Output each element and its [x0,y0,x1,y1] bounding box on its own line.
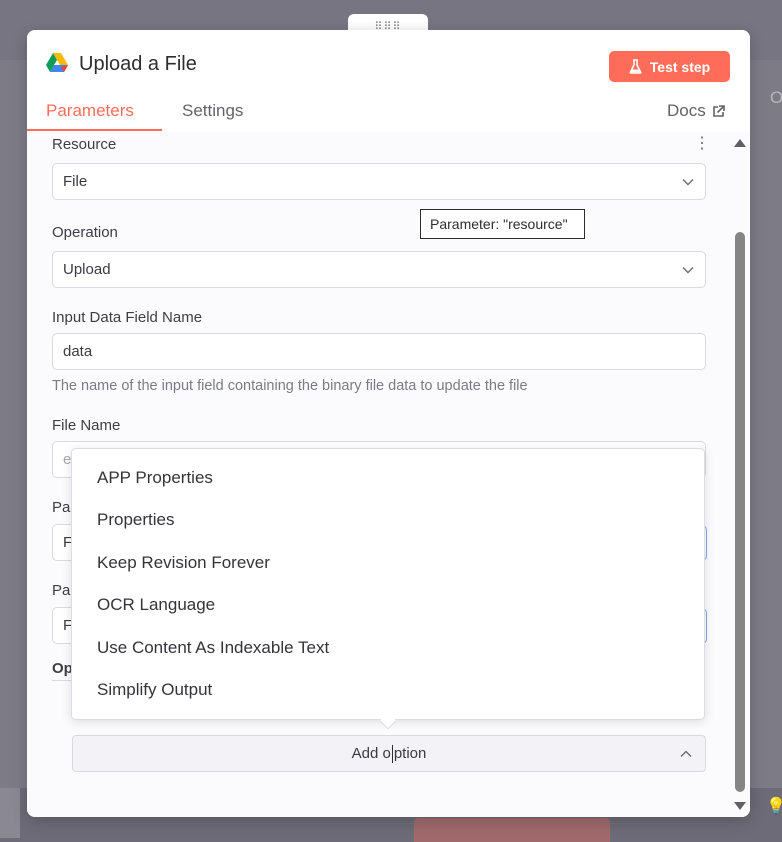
background-bottom-button [414,818,610,842]
input-data-field-label: Input Data Field Name [52,309,203,326]
active-tab-indicator [27,129,162,131]
chevron-down-icon [682,178,694,185]
option-app-properties[interactable]: APP Properties [97,468,213,488]
parent-field-2-label: Pa [52,582,71,599]
test-step-button[interactable]: Test step [609,51,730,82]
input-data-field-input[interactable]: data [52,333,706,370]
docs-link[interactable]: Docs [667,101,725,121]
option-ocr-language[interactable]: OCR Language [97,595,215,615]
resource-select[interactable]: File [52,163,706,200]
parameter-tooltip: Parameter: "resource" [420,209,585,239]
scroll-up-arrow-icon[interactable] [734,139,746,147]
operation-select[interactable]: Upload [52,251,706,288]
background-left-tab [0,788,20,838]
add-option-label-mid: o [382,745,391,762]
test-step-label: Test step [649,58,711,75]
text-cursor [391,744,393,763]
tab-settings[interactable]: Settings [182,101,243,121]
option-keep-revision-forever[interactable]: Keep Revision Forever [97,553,270,573]
parameters-panel: Resource ⋮ File Operation Upload Input D… [27,132,750,817]
node-settings-modal: Upload a File Test step Parameters Setti… [27,30,750,817]
option-properties[interactable]: Properties [97,510,174,530]
modal-header: Upload a File Test step Parameters Setti… [27,30,750,132]
node-title[interactable]: Upload a File [79,53,197,76]
parent-field-label: Pa [52,499,71,516]
option-simplify-output[interactable]: Simplify Output [97,680,212,700]
tab-parameters[interactable]: Parameters [46,101,134,121]
option-use-content-as-indexable-text[interactable]: Use Content As Indexable Text [97,638,329,658]
scroll-down-arrow-icon[interactable] [734,802,746,810]
chevron-down-icon [682,266,694,273]
resource-label: Resource [52,136,117,153]
options-label: Op [52,660,73,677]
operation-value: Upload [63,261,111,278]
add-option-button[interactable]: Add o ption [72,735,706,772]
flask-icon [629,59,642,74]
scrollbar-thumb[interactable] [735,232,745,792]
dropdown-pointer [379,712,397,730]
input-data-field-value: data [63,343,93,360]
operation-label: Operation [52,224,118,241]
external-link-icon [712,104,725,117]
more-options-icon[interactable]: ⋮ [694,136,710,152]
file-name-label: File Name [52,417,121,434]
google-drive-icon [46,53,68,72]
add-option-dropdown: APP Properties Properties Keep Revision … [71,448,705,730]
add-option-label-end: ption [393,745,427,762]
docs-label: Docs [667,101,706,120]
background-panel-letter: O [770,88,782,107]
add-option-label-start: Add [351,745,383,762]
resource-value: File [63,173,88,190]
input-data-field-hint: The name of the input field containing t… [52,378,528,394]
chevron-up-icon [680,750,692,757]
lightbulb-icon[interactable]: 💡 [766,796,782,816]
